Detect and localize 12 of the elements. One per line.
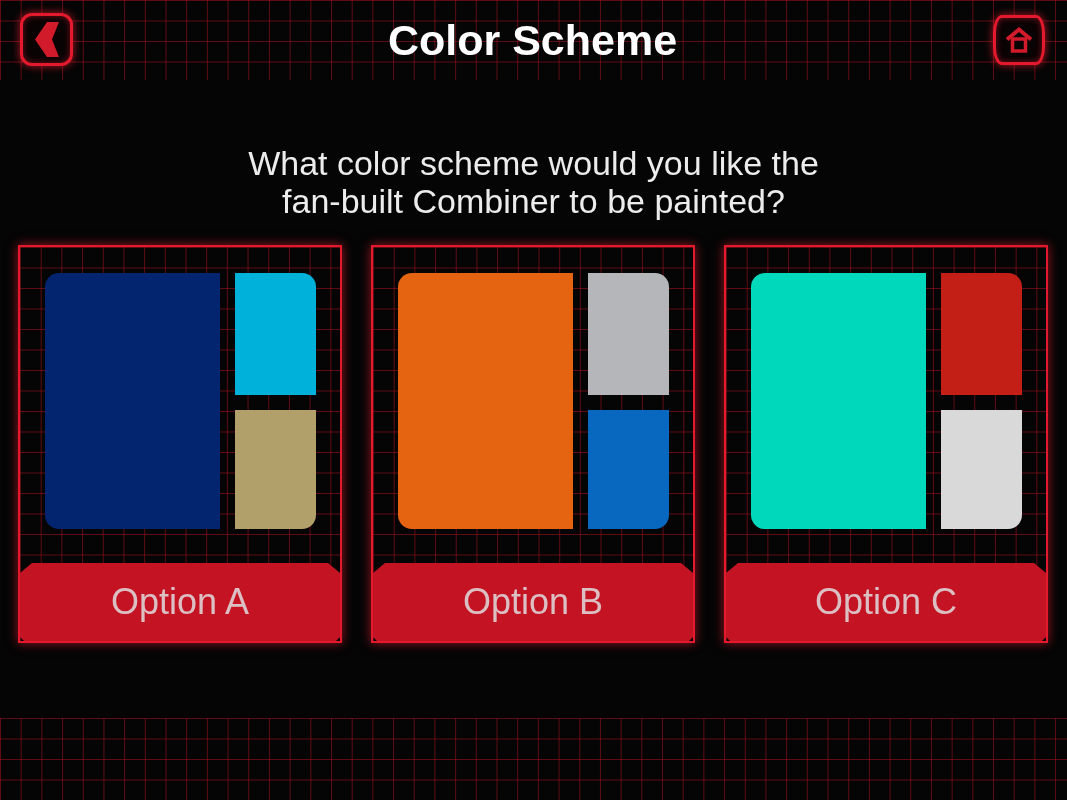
color-option-card[interactable]: Option C [724,245,1048,643]
color-option-card[interactable]: Option B [371,245,695,643]
question-text: What color scheme would you like the fan-built Combiner to be painted? [247,144,820,220]
back-button[interactable] [20,12,73,66]
option-label: Option C [726,563,1046,641]
chevron-left-icon [34,21,59,57]
option-label: Option A [20,563,340,641]
option-label: Option B [373,563,693,641]
home-button[interactable] [993,15,1045,65]
screen-title: Color Scheme [387,18,678,62]
color-option-card[interactable]: Option A [18,245,342,643]
home-icon [1005,27,1033,53]
